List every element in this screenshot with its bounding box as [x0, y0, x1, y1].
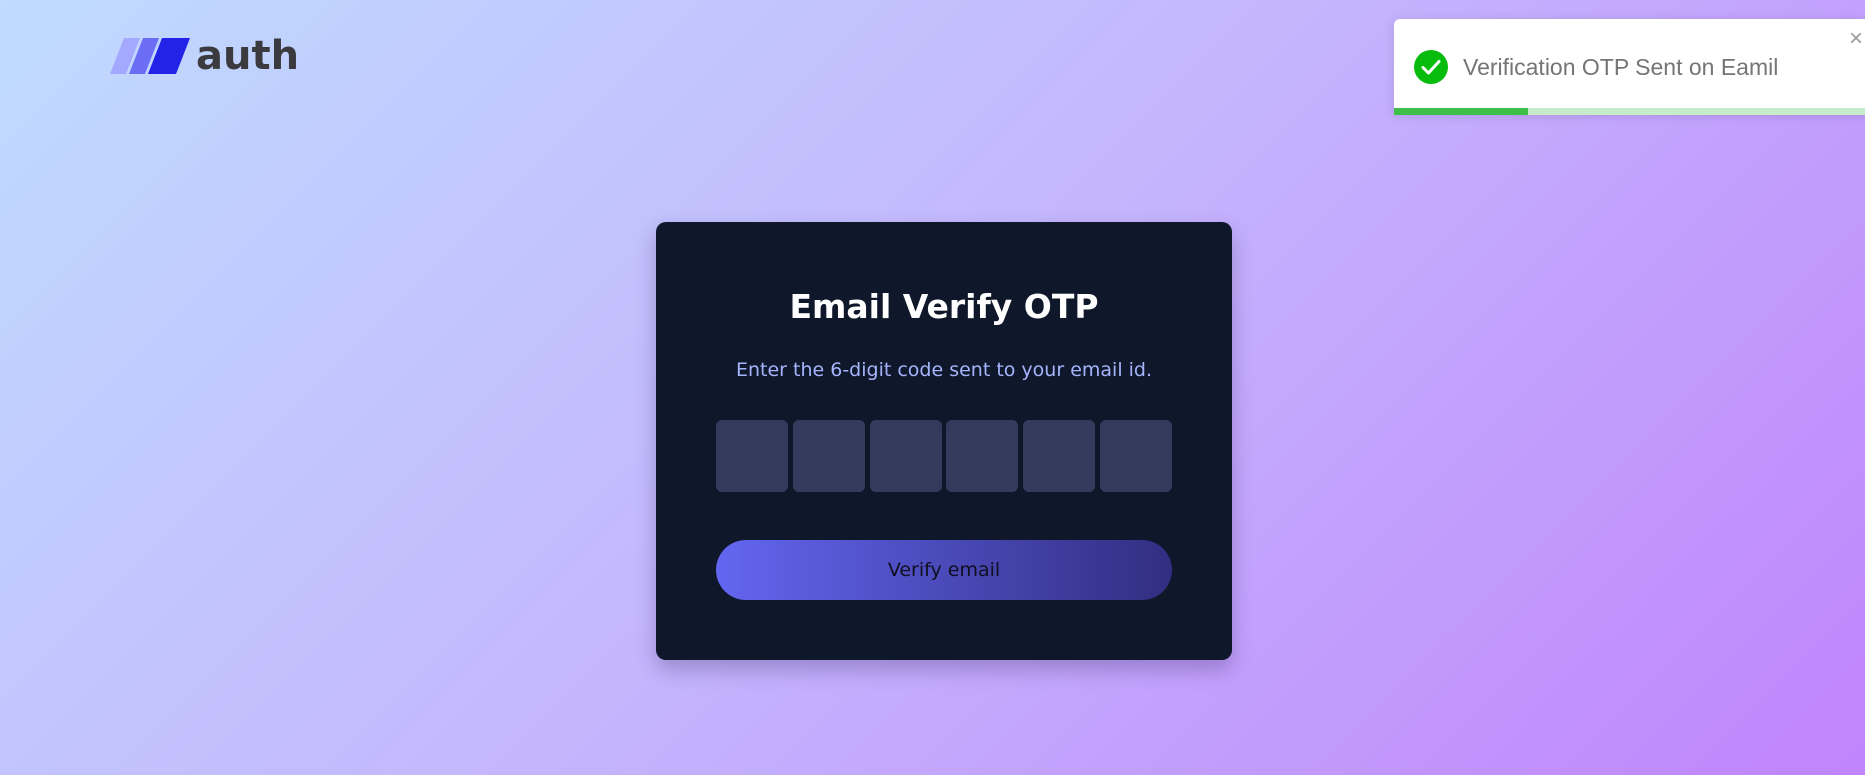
- otp-input-group: [716, 420, 1172, 492]
- otp-digit-3[interactable]: [869, 420, 942, 492]
- logo-stripes-icon: [110, 38, 190, 74]
- close-icon[interactable]: ×: [1849, 27, 1863, 51]
- toast-progress-bar: [1394, 108, 1865, 115]
- otp-card: Email Verify OTP Enter the 6-digit code …: [656, 222, 1232, 660]
- toast-progress-fill: [1394, 108, 1529, 115]
- otp-digit-5[interactable]: [1023, 420, 1096, 492]
- instruction-text: Enter the 6-digit code sent to your emai…: [735, 359, 1153, 381]
- verify-email-button[interactable]: Verify email: [716, 540, 1172, 600]
- toast-notification[interactable]: Verification OTP Sent on Eamil ×: [1394, 19, 1865, 115]
- page-title: Email Verify OTP: [789, 287, 1099, 326]
- toast-message: Verification OTP Sent on Eamil: [1463, 54, 1779, 80]
- otp-digit-6[interactable]: [1099, 420, 1172, 492]
- logo-text: auth: [196, 33, 300, 79]
- check-circle-icon: [1414, 50, 1448, 84]
- otp-digit-1[interactable]: [716, 420, 788, 492]
- otp-digit-2[interactable]: [792, 420, 865, 492]
- otp-digit-4[interactable]: [946, 420, 1019, 492]
- logo: auth: [110, 34, 299, 78]
